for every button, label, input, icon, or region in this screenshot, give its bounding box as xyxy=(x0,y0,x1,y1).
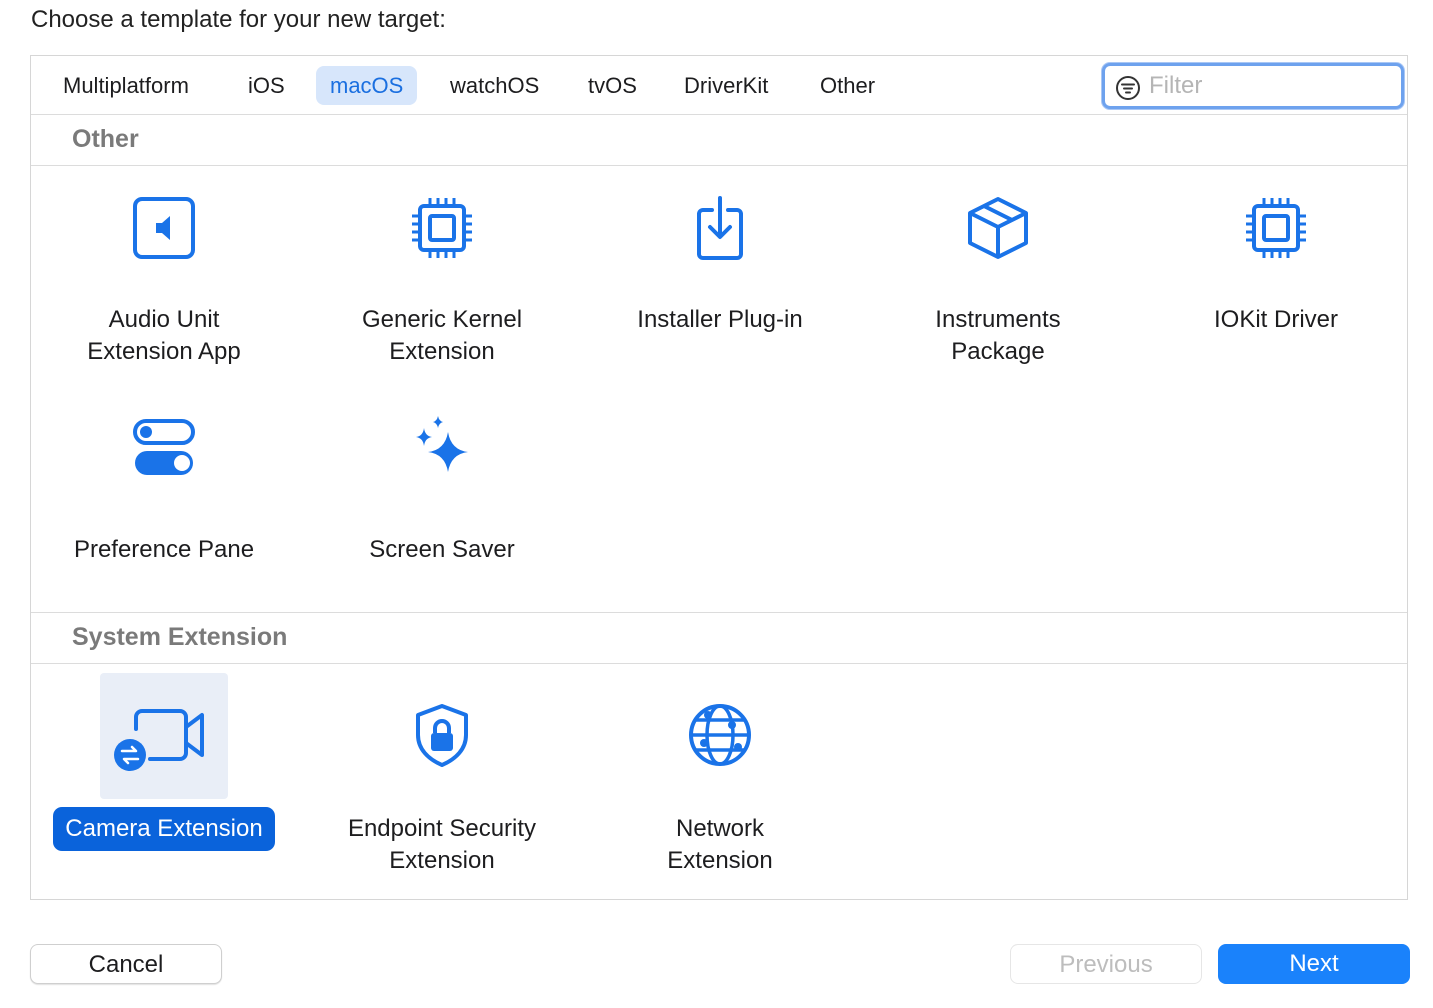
next-button[interactable]: Next xyxy=(1218,944,1410,984)
package-cube-icon xyxy=(968,197,1028,259)
tab-other[interactable]: Other xyxy=(806,66,889,105)
tab-tvos[interactable]: tvOS xyxy=(574,66,651,105)
template-label: Audio Unit xyxy=(108,306,220,333)
sparkles-icon xyxy=(416,416,468,472)
speaker-icon xyxy=(133,197,195,259)
filter-icon xyxy=(1116,76,1140,100)
template-panel: Multiplatform iOS macOS watchOS tvOS Dri… xyxy=(30,55,1408,900)
template-label: Camera Extension xyxy=(53,807,275,851)
template-label: Screen Saver xyxy=(369,536,515,563)
template-label-line2: Extension xyxy=(389,847,495,874)
section-header-system-extension: System Extension xyxy=(31,613,1407,664)
template-label: IOKit Driver xyxy=(1213,306,1338,333)
template-label: Generic Kernel xyxy=(361,306,523,333)
tab-driverkit[interactable]: DriverKit xyxy=(670,66,782,105)
template-label: Endpoint Security xyxy=(347,815,537,842)
dialog-prompt: Choose a template for your new target: xyxy=(31,6,446,33)
template-label-line2: Extension xyxy=(389,338,495,365)
filter-field[interactable] xyxy=(1102,63,1404,109)
shield-lock-icon xyxy=(416,704,468,767)
download-tray-icon xyxy=(697,196,743,260)
previous-button[interactable]: Previous xyxy=(1010,944,1202,984)
toggles-icon xyxy=(133,419,195,475)
selected-icon-highlight xyxy=(100,673,228,799)
template-label: Network xyxy=(675,815,765,842)
filter-input[interactable] xyxy=(1147,70,1391,102)
cancel-button[interactable]: Cancel xyxy=(30,944,222,984)
section-title: System Extension xyxy=(72,623,288,651)
camera-extension-icon xyxy=(114,709,204,771)
template-label: Installer Plug-in xyxy=(637,306,803,333)
template-label: Instruments xyxy=(935,306,1061,333)
tab-macos[interactable]: macOS xyxy=(316,66,418,105)
tab-watchos[interactable]: watchOS xyxy=(436,66,553,105)
template-label-line2: Extension xyxy=(667,847,773,874)
chip-icon xyxy=(1246,198,1306,258)
template-label-line2: Extension App xyxy=(87,338,241,365)
platform-tab-bar: Multiplatform iOS macOS watchOS tvOS Dri… xyxy=(31,56,1407,115)
tab-multiplatform[interactable]: Multiplatform xyxy=(49,66,203,105)
tab-ios[interactable]: iOS xyxy=(234,66,299,105)
globe-network-icon xyxy=(689,704,751,766)
template-label: Preference Pane xyxy=(73,536,255,563)
section-title: Other xyxy=(72,125,139,153)
chip-icon xyxy=(412,198,472,258)
section-header-other: Other xyxy=(31,115,1407,166)
template-label-line2: Package xyxy=(951,338,1045,365)
